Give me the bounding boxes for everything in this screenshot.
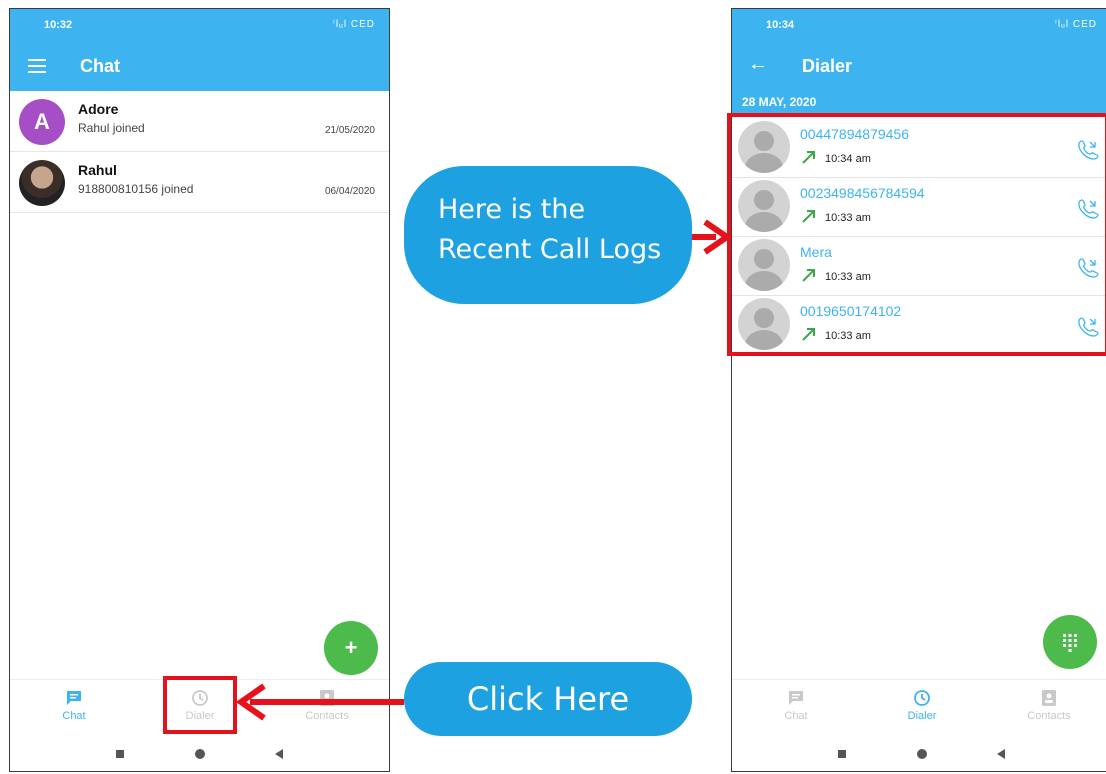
annotation-arrows [235, 219, 733, 721]
arrow-to-call-logs [692, 219, 733, 255]
arrow-to-dialer-tab [235, 683, 404, 721]
